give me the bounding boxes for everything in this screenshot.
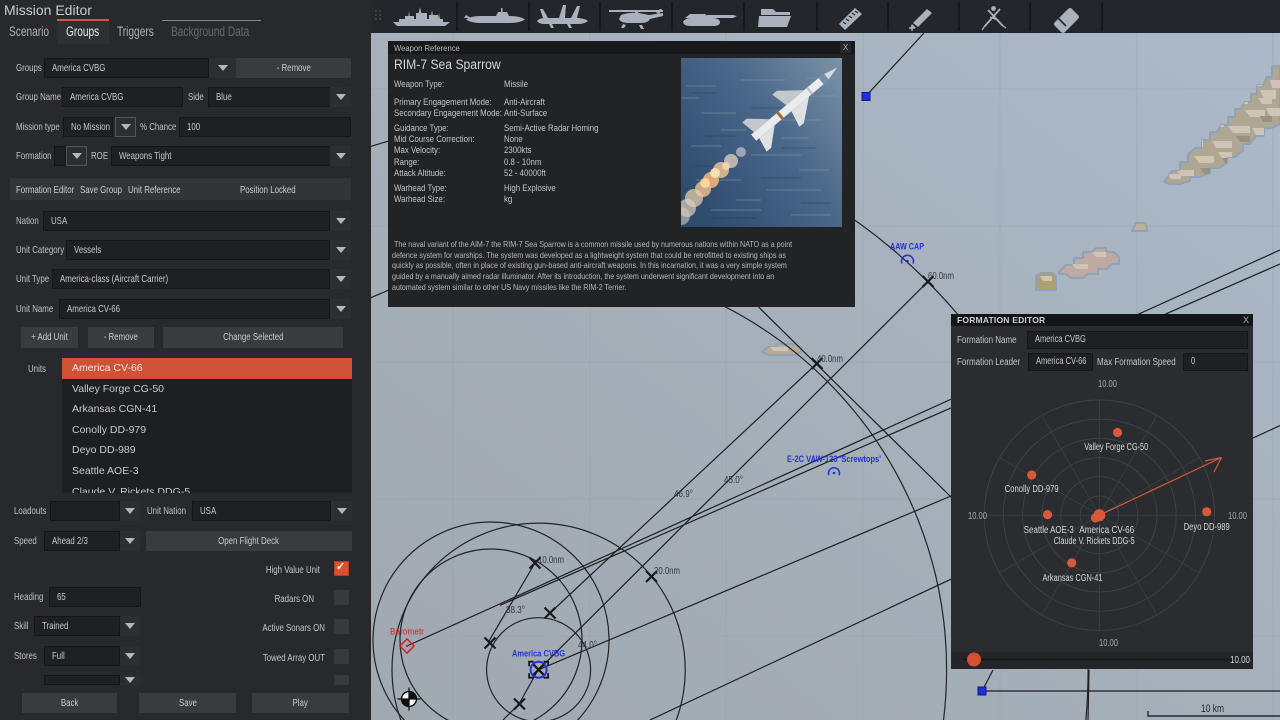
svg-text:10.00: 10.00 — [1228, 511, 1247, 522]
svg-text:Valley Forge CG-50: Valley Forge CG-50 — [1084, 442, 1148, 453]
svg-text:10 km: 10 km — [1201, 703, 1224, 715]
svg-text:America CVBG: America CVBG — [512, 649, 565, 660]
svg-text:AAW CAP: AAW CAP — [890, 242, 924, 253]
svg-text:E-2C VAW-123 'Screwtops': E-2C VAW-123 'Screwtops' — [787, 454, 881, 465]
svg-text:10.00: 10.00 — [1098, 379, 1117, 390]
svg-text:44.0°: 44.0° — [578, 640, 597, 651]
svg-text:46.9°: 46.9° — [674, 489, 693, 500]
svg-text:45.0°: 45.0° — [724, 475, 743, 486]
svg-text:Deyo DD-989: Deyo DD-989 — [1184, 522, 1230, 533]
svg-text:20.0nm: 20.0nm — [654, 566, 680, 577]
svg-text:10.0nm: 10.0nm — [538, 555, 564, 566]
svg-text:10.00: 10.00 — [1099, 638, 1118, 649]
svg-text:40.0nm: 40.0nm — [817, 354, 843, 365]
svg-text:Claude V. Rickets DDG-5: Claude V. Rickets DDG-5 — [1054, 536, 1135, 547]
svg-text:Arkansas CGN-41: Arkansas CGN-41 — [1043, 573, 1103, 584]
svg-text:Seattle AOE-3: Seattle AOE-3 — [1024, 525, 1074, 536]
svg-text:60.0nm: 60.0nm — [928, 271, 954, 282]
svg-text:38.3°: 38.3° — [506, 605, 525, 616]
svg-text:America CV-66: America CV-66 — [1079, 525, 1134, 536]
svg-text:Conolly DD-979: Conolly DD-979 — [1005, 484, 1059, 495]
svg-text:10.00: 10.00 — [968, 511, 987, 522]
svg-text:10.00: 10.00 — [1230, 655, 1250, 666]
svg-text:Barometr: Barometr — [390, 627, 424, 638]
